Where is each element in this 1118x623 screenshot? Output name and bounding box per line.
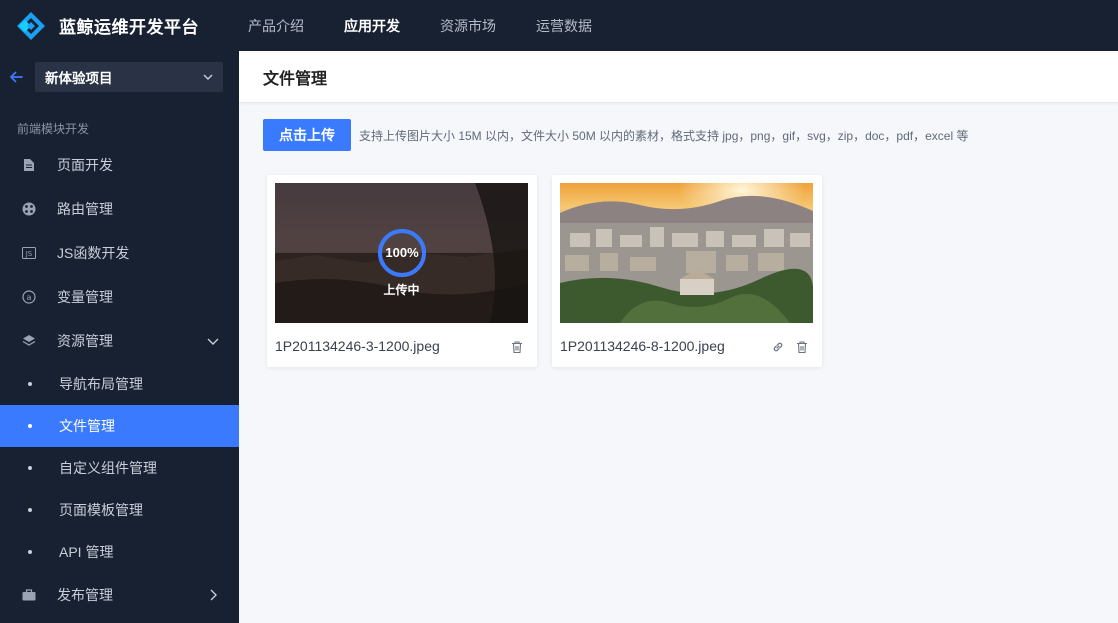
logo-icon: [17, 11, 45, 40]
top-nav: 产品介绍 应用开发 资源市场 运营数据: [248, 16, 632, 36]
file-name: 1P201134246-8-1200.jpeg: [560, 338, 725, 354]
sidebar-subitem-nav-layout[interactable]: 导航布局管理: [0, 363, 239, 405]
sidebar-item-label: 路由管理: [57, 201, 113, 217]
sidebar-subitem-api[interactable]: API 管理: [0, 531, 239, 573]
bullet-dot: [28, 466, 32, 470]
briefcase-icon: [22, 588, 36, 602]
variable-icon: a: [22, 290, 36, 304]
delete-icon[interactable]: [510, 340, 524, 354]
bullet-dot: [28, 550, 32, 554]
file-thumbnail: [560, 183, 813, 323]
sidebar: 新体验项目 前端模块开发 页面开发 路由管理 JS JS函数开发 a 变量管理: [0, 51, 239, 623]
sidebar-item-resources[interactable]: 资源管理: [0, 319, 239, 363]
sidebar-item-page-dev[interactable]: 页面开发: [0, 143, 239, 187]
sidebar-subitem-files[interactable]: 文件管理: [0, 405, 239, 447]
svg-text:JS: JS: [25, 250, 33, 258]
bullet-dot: [28, 382, 32, 386]
sidebar-item-label: 变量管理: [57, 289, 113, 305]
upload-status: 上传中: [383, 283, 420, 297]
bullet-dot: [28, 424, 32, 428]
page-title: 文件管理: [263, 70, 328, 88]
chevron-down-icon: [207, 338, 219, 345]
link-icon[interactable]: [771, 340, 785, 354]
delete-icon[interactable]: [795, 340, 809, 354]
bullet-dot: [28, 508, 32, 512]
sidebar-item-label: JS函数开发: [57, 245, 130, 261]
topnav-item-product[interactable]: 产品介绍: [248, 16, 304, 36]
sidebar-subitem-custom-components[interactable]: 自定义组件管理: [0, 447, 239, 489]
topnav-item-app-dev[interactable]: 应用开发: [344, 16, 400, 36]
sidebar-item-variable[interactable]: a 变量管理: [0, 275, 239, 319]
sidebar-item-publish[interactable]: 发布管理: [0, 573, 239, 617]
file-card[interactable]: 1P201134246-8-1200.jpeg: [552, 175, 822, 367]
svg-text:a: a: [27, 293, 32, 302]
upload-row: 点击上传 支持上传图片大小 15M 以内，文件大小 50M 以内的素材，格式支持…: [263, 119, 968, 151]
back-arrow-icon[interactable]: [8, 69, 24, 85]
sidebar-subitem-label: 自定义组件管理: [59, 460, 157, 476]
sidebar-subitem-label: 导航布局管理: [59, 376, 143, 392]
sidebar-item-label: 资源管理: [57, 333, 113, 349]
project-select[interactable]: 新体验项目: [35, 62, 223, 92]
city-sunset-image: [560, 183, 813, 323]
upload-button[interactable]: 点击上传: [263, 119, 351, 151]
file-thumbnail: 100% 上传中: [275, 183, 528, 323]
sidebar-item-js[interactable]: JS JS函数开发: [0, 231, 239, 275]
sidebar-subitem-page-templates[interactable]: 页面模板管理: [0, 489, 239, 531]
sidebar-item-label: 页面开发: [57, 157, 113, 173]
chevron-down-icon: [203, 74, 213, 80]
upload-hint: 支持上传图片大小 15M 以内，文件大小 50M 以内的素材，格式支持 jpg，…: [359, 128, 969, 143]
upload-progress-text: 100%: [385, 245, 419, 260]
route-icon: [22, 202, 36, 216]
page-icon: [22, 158, 36, 172]
sidebar-item-label: 发布管理: [57, 587, 113, 603]
file-card[interactable]: 100% 上传中 1P201134246-3-1200.jpeg: [267, 175, 537, 367]
project-row: 新体验项目: [0, 51, 239, 103]
page-header: 文件管理: [239, 51, 1118, 103]
logo[interactable]: 蓝鲸运维开发平台: [0, 10, 240, 42]
sidebar-subitem-label: 文件管理: [59, 418, 115, 434]
chevron-right-icon: [210, 589, 217, 601]
sidebar-item-route[interactable]: 路由管理: [0, 187, 239, 231]
file-name: 1P201134246-3-1200.jpeg: [275, 338, 440, 354]
section-title: 前端模块开发: [17, 122, 90, 136]
layers-icon: [22, 334, 36, 348]
js-icon: JS: [22, 246, 36, 260]
sidebar-subitem-label: API 管理: [59, 544, 114, 560]
top-bar: 蓝鲸运维开发平台 产品介绍 应用开发 资源市场 运营数据: [0, 0, 1118, 51]
topnav-item-ops-data[interactable]: 运营数据: [536, 16, 592, 36]
project-name: 新体验项目: [45, 71, 113, 86]
app-title: 蓝鲸运维开发平台: [59, 18, 199, 37]
topnav-item-market[interactable]: 资源市场: [440, 16, 496, 36]
sidebar-subitem-label: 页面模板管理: [59, 502, 143, 518]
